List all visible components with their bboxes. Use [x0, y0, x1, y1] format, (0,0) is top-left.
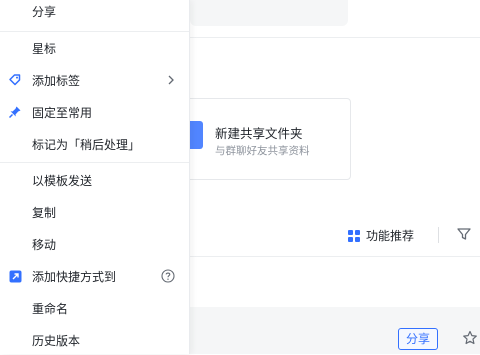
chevron-right-icon — [167, 75, 175, 85]
menu-item-label: 分享 — [32, 4, 57, 19]
menu-item-label: 添加快捷方式到 — [32, 269, 117, 284]
menu-item-move[interactable]: 移动 — [0, 229, 189, 259]
pin-icon — [8, 105, 22, 119]
menu-item-mark-later[interactable]: 标记为「稍后处理」 — [0, 129, 189, 159]
shortcut-icon — [8, 269, 22, 283]
menu-divider — [0, 31, 189, 32]
top-bar — [190, 0, 348, 26]
menu-item-label: 星标 — [32, 41, 57, 56]
new-shared-folder-card[interactable]: 新建共享文件夹 与群聊好友共享资料 — [170, 98, 351, 180]
menu-item-share[interactable]: 分享 — [0, 0, 189, 26]
menu-divider — [0, 162, 189, 163]
menu-item-label: 添加标签 — [32, 73, 81, 88]
grid-icon — [348, 229, 360, 242]
star-icon[interactable] — [462, 330, 478, 346]
menu-item-rename[interactable]: 重命名 — [0, 293, 189, 323]
menu-item-label: 标记为「稍后处理」 — [32, 137, 141, 152]
menu-item-label: 固定至常用 — [32, 105, 93, 120]
context-menu: 分享 星标 添加标签 固定至常用 标记为「稍后处理」 以模板发送 复制 移动 添… — [0, 0, 190, 354]
divider — [190, 256, 480, 257]
help-circle-icon[interactable] — [161, 269, 175, 283]
card-subtitle: 与群聊好友共享资料 — [215, 145, 310, 157]
menu-item-label: 重命名 — [32, 301, 69, 316]
menu-item-pin-to-frequent[interactable]: 固定至常用 — [0, 97, 189, 127]
menu-item-add-tag[interactable]: 添加标签 — [0, 65, 189, 95]
menu-item-label: 复制 — [32, 205, 57, 220]
divider — [190, 37, 480, 38]
menu-item-label: 历史版本 — [32, 333, 81, 348]
tag-icon — [8, 73, 22, 87]
card-title: 新建共享文件夹 — [215, 126, 303, 141]
toolbar-divider — [438, 227, 439, 243]
menu-item-label: 移动 — [32, 237, 57, 252]
menu-item-star[interactable]: 星标 — [0, 33, 189, 63]
function-recommend-button[interactable]: 功能推荐 — [348, 227, 414, 244]
menu-item-send-as-template[interactable]: 以模板发送 — [0, 165, 189, 195]
menu-item-label: 以模板发送 — [32, 173, 93, 188]
menu-item-add-shortcut[interactable]: 添加快捷方式到 — [0, 261, 189, 291]
function-recommend-label: 功能推荐 — [366, 229, 415, 243]
menu-item-copy[interactable]: 复制 — [0, 197, 189, 227]
share-button[interactable]: 分享 — [398, 328, 438, 350]
menu-item-version-history[interactable]: 历史版本 — [0, 325, 189, 355]
filter-icon[interactable] — [457, 227, 471, 241]
